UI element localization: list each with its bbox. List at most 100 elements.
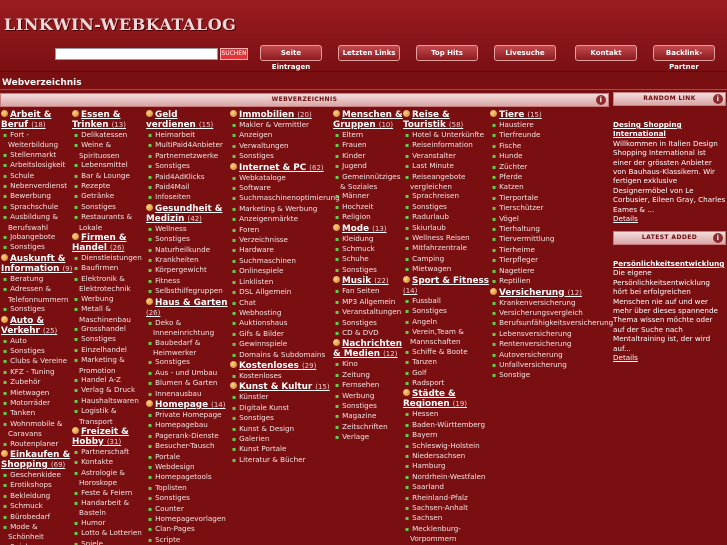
subcategory-link[interactable]: Sonstiges [230, 151, 332, 161]
subcategory-link[interactable]: Schuhe [333, 254, 403, 264]
subcategory-link[interactable]: Kino [333, 359, 403, 369]
subcategory-link[interactable]: Tierportale [490, 193, 608, 203]
subcategory-link[interactable]: Grosshandel [72, 324, 148, 334]
subcategory-link[interactable]: Hamburg [403, 461, 491, 471]
subcategory-link[interactable]: Sonstiges [333, 401, 403, 411]
subcategory-link[interactable]: Baufirmen [72, 263, 148, 273]
subcategory-link[interactable]: Golf [403, 368, 491, 378]
subcategory-link[interactable]: Kleidung [333, 234, 403, 244]
subcategory-link[interactable]: Kunst Portale [230, 444, 332, 454]
category-heading[interactable]: Arbeit & Beruf (18) [1, 110, 73, 130]
subcategory-link[interactable]: Hochzeit [333, 202, 403, 212]
subcategory-link[interactable]: Wohnmobile & Caravans [1, 419, 73, 439]
nav-top-hits[interactable]: Top Hits [416, 45, 478, 61]
subcategory-link[interactable]: MultiPaid4Anbieter [146, 140, 230, 150]
subcategory-link[interactable]: Anzeigen [230, 130, 332, 140]
subcategory-link[interactable]: Feste & Feiern [72, 488, 148, 498]
subcategory-link[interactable]: Gifs & Bilder [230, 329, 332, 339]
subcategory-link[interactable]: Arbeitslosigkeit [1, 160, 73, 170]
subcategory-link[interactable]: Rheinland-Pfalz [403, 493, 491, 503]
subcategory-link[interactable]: Lebensmittel [72, 160, 148, 170]
subcategory-link[interactable]: Bar & Lounge [72, 171, 148, 181]
subcategory-link[interactable]: Stellenmarkt [1, 150, 73, 160]
subcategory-link[interactable]: Hardware [230, 245, 332, 255]
subcategory-link[interactable]: Homepagebau [146, 420, 230, 430]
category-heading[interactable]: Internet & PC (62) [230, 162, 332, 173]
subcategory-link[interactable]: Tiervermittlung [490, 234, 608, 244]
subcategory-link[interactable]: Pferde [490, 172, 608, 182]
subcategory-link[interactable]: Sonstiges [72, 202, 148, 212]
subcategory-link[interactable]: Handarbeit & Basteln [72, 498, 148, 518]
subcategory-link[interactable]: Scripte [146, 535, 230, 545]
category-title[interactable]: Internet & PC [239, 163, 306, 173]
subcategory-link[interactable]: Fan Seiten [333, 286, 403, 296]
subcategory-link[interactable]: Handel A-Z [72, 375, 148, 385]
subcategory-link[interactable]: Mecklenburg-Vorpommern [403, 524, 491, 544]
category-heading[interactable]: Menschen & Gruppen (10) [333, 110, 403, 130]
subcategory-link[interactable]: Jugend [333, 161, 403, 171]
subcategory-link[interactable]: MP3 Allgemein [333, 297, 403, 307]
subcategory-link[interactable]: Veranstalter [403, 151, 491, 161]
subcategory-link[interactable]: Portale [146, 452, 230, 462]
subcategory-link[interactable]: Lebensversicherung [490, 329, 608, 339]
subcategory-link[interactable]: Auktionshaus [230, 318, 332, 328]
subcategory-link[interactable]: Eltern [333, 130, 403, 140]
category-title[interactable]: Sport & Fitness [412, 276, 489, 286]
nav-backlink-partner[interactable]: Backlink-Partner [653, 45, 715, 71]
subcategory-link[interactable]: Hotel & Unterkünfte [403, 130, 491, 140]
subcategory-link[interactable]: Adressen & Telefonnummern [1, 284, 73, 304]
category-heading[interactable]: Kostenloses (29) [230, 360, 332, 371]
subcategory-link[interactable]: Tanzen [403, 357, 491, 367]
subcategory-link[interactable]: Suchmaschinenoptimierung [230, 193, 340, 203]
category-heading[interactable]: Immobilien (20) [230, 110, 332, 120]
subcategory-link[interactable]: Weine & Spirituosen [72, 140, 148, 160]
subcategory-link[interactable]: Anzeigenmärkte [230, 214, 332, 224]
category-title[interactable]: Versicherung [499, 288, 565, 298]
subcategory-link[interactable]: Züchter [490, 162, 608, 172]
subcategory-link[interactable]: Krankheiten [146, 255, 230, 265]
nav-livesuche[interactable]: Livesuche [494, 45, 556, 61]
subcategory-link[interactable]: Reptilien [490, 276, 608, 286]
subcategory-link[interactable]: Rentenversicherung [490, 339, 608, 349]
category-title[interactable]: Gesundheit & Medizin [146, 204, 222, 224]
subcategory-link[interactable]: Angeln [403, 317, 491, 327]
subcategory-link[interactable]: Baubedarf & Heimwerker [146, 338, 230, 358]
subcategory-link[interactable]: Schiffe & Boote [403, 347, 491, 357]
subcategory-link[interactable]: Kontakte [72, 457, 148, 467]
subcategory-link[interactable]: Galerien [230, 434, 332, 444]
subcategory-link[interactable]: Tierfreunde [490, 130, 608, 140]
subcategory-link[interactable]: Fitness [146, 276, 230, 286]
subcategory-link[interactable]: Versicherungsvergleich [490, 308, 608, 318]
info-icon[interactable]: i [596, 95, 606, 105]
subcategory-link[interactable]: Sonstiges [403, 306, 491, 316]
subcategory-link[interactable]: Mietwagen [403, 264, 491, 274]
category-heading[interactable]: Städte & Regionen (19) [403, 389, 491, 409]
subcategory-link[interactable]: Linklisten [230, 277, 332, 287]
category-heading[interactable]: Essen & Trinken (13) [72, 110, 148, 130]
subcategory-link[interactable]: Restaurants & Lokale [72, 212, 148, 232]
subcategory-link[interactable]: Jobangebote [1, 232, 73, 242]
subcategory-link[interactable]: Einzelhandel [72, 345, 148, 355]
subcategory-link[interactable]: Bewerbung [1, 191, 73, 201]
subcategory-link[interactable]: Mitfahrzentrale [403, 243, 491, 253]
subcategory-link[interactable]: Sonstige [490, 370, 608, 380]
subcategory-link[interactable]: Verein,Team & Mannschaften [403, 327, 491, 347]
subcategory-link[interactable]: Dienstleistungen [72, 253, 148, 263]
subcategory-link[interactable]: Blumen & Garten [146, 378, 230, 388]
subcategory-link[interactable]: Sonstiges [72, 334, 148, 344]
subcategory-link[interactable]: Delikatessen [72, 130, 148, 140]
subcategory-link[interactable]: Skiurlaub [403, 223, 491, 233]
subcategory-link[interactable]: Getränke [72, 191, 148, 201]
subcategory-link[interactable]: Fische [490, 141, 608, 151]
subcategory-link[interactable]: Webkataloge [230, 173, 332, 183]
category-title[interactable]: Tiere [499, 110, 524, 120]
subcategory-link[interactable]: Partnerschaft [72, 447, 148, 457]
category-heading[interactable]: Freizeit & Hobby (31) [72, 426, 148, 447]
subcategory-link[interactable]: Reiseangebote vergleichen [403, 172, 491, 192]
subcategory-link[interactable]: Counter [146, 504, 230, 514]
subcategory-link[interactable]: Körpergewicht [146, 265, 230, 275]
subcategory-link[interactable]: Mietwagen [1, 388, 73, 398]
subcategory-link[interactable]: Baden-Württemberg [403, 420, 491, 430]
category-heading[interactable]: Versicherung (12) [490, 287, 608, 298]
subcategory-link[interactable]: Sonstiges [403, 202, 491, 212]
